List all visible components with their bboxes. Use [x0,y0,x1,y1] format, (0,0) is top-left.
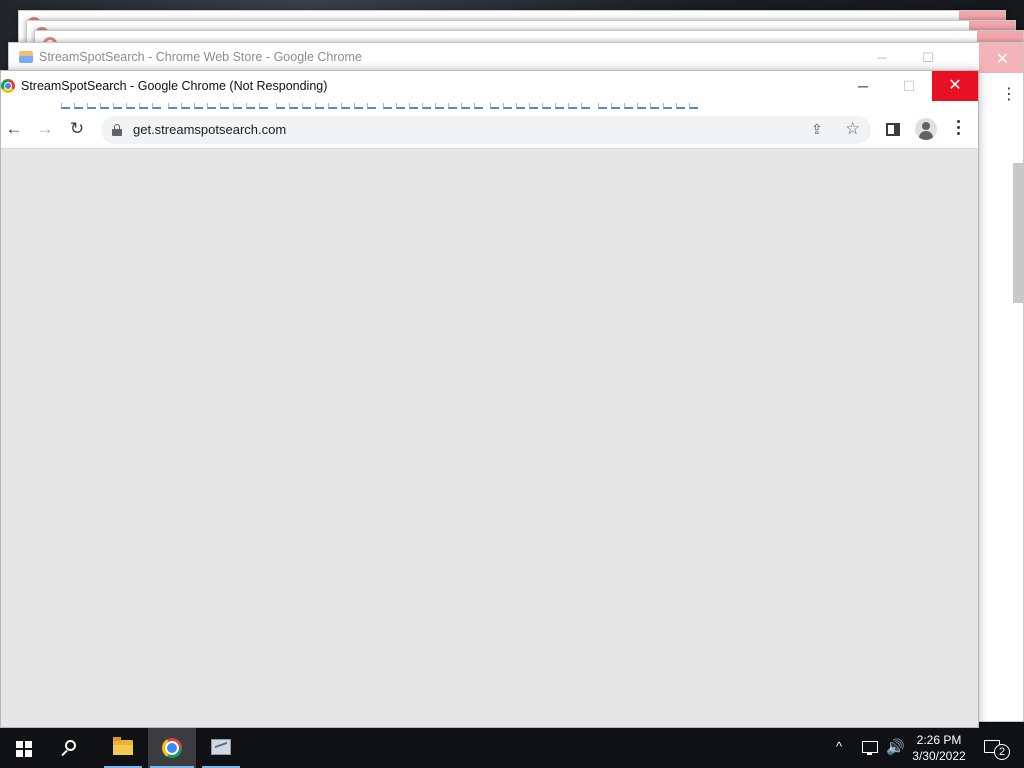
store-minimize-button[interactable]: ─ [871,47,893,69]
address-bar[interactable]: get.streamspotsearch.com ⇪ ☆ [101,116,871,144]
store-window-title: StreamSpotSearch - Chrome Web Store - Go… [39,50,362,64]
minimize-button[interactable]: ─ [840,71,886,101]
window-title: StreamSpotSearch - Google Chrome (Not Re… [21,79,328,93]
network-icon[interactable] [862,741,878,755]
back-button[interactable]: ← [2,117,26,141]
url-text[interactable]: get.streamspotsearch.com [133,122,286,137]
close-icon: ✕ [995,51,1009,68]
folder-icon [113,737,133,755]
clock[interactable]: 2:26 PM 3/30/2022 [906,732,972,764]
close-button[interactable]: ✕ [932,71,978,101]
side-panel-icon[interactable] [886,123,900,136]
search-icon [65,740,76,751]
store-menu-icon[interactable]: ⋮ [1001,87,1017,103]
taskbar: ^ 🔊 2:26 PM 3/30/2022 2 [0,728,1024,768]
lock-icon[interactable] [112,124,122,136]
taskbar-file-explorer[interactable] [102,728,144,768]
chrome-icon [162,738,182,758]
page-content-blank[interactable] [1,150,978,727]
taskbar-search-button[interactable] [50,728,94,768]
tab-strip-glitched [1,101,978,109]
taskbar-picture-app[interactable] [200,728,242,768]
rendering-artifacts [61,101,702,109]
start-button[interactable] [0,728,48,768]
profile-icon[interactable] [915,118,937,140]
windows-logo-icon [16,741,32,757]
browser-toolbar: ← → ↻ get.streamspotsearch.com ⇪ ☆ [1,109,978,149]
main-window-titlebar[interactable]: StreamSpotSearch - Google Chrome (Not Re… [1,71,978,101]
maximize-button[interactable]: ☐ [886,71,932,101]
web-store-icon [19,51,33,63]
picture-app-icon [211,739,231,755]
store-close-button[interactable]: ✕ [979,43,1023,73]
action-center-button[interactable]: 2 [978,728,1024,768]
main-chrome-window[interactable]: StreamSpotSearch - Google Chrome (Not Re… [0,70,979,728]
notification-count-badge: 2 [994,744,1010,760]
volume-icon[interactable]: 🔊 [886,738,905,756]
kebab-menu-icon[interactable] [951,120,965,138]
chrome-icon [1,79,15,93]
share-icon[interactable]: ⇪ [811,121,823,138]
store-maximize-button[interactable]: ☐ [917,47,939,69]
taskbar-chrome[interactable] [148,728,196,768]
clock-date: 3/30/2022 [912,749,966,763]
forward-button[interactable]: → [33,117,57,141]
reload-button[interactable]: ↻ [65,117,89,141]
store-scrollbar[interactable] [1013,163,1023,303]
show-hidden-icons-chevron[interactable]: ^ [836,739,842,754]
clock-time: 2:26 PM [916,733,962,747]
bookmark-star-icon[interactable]: ☆ [845,119,860,139]
